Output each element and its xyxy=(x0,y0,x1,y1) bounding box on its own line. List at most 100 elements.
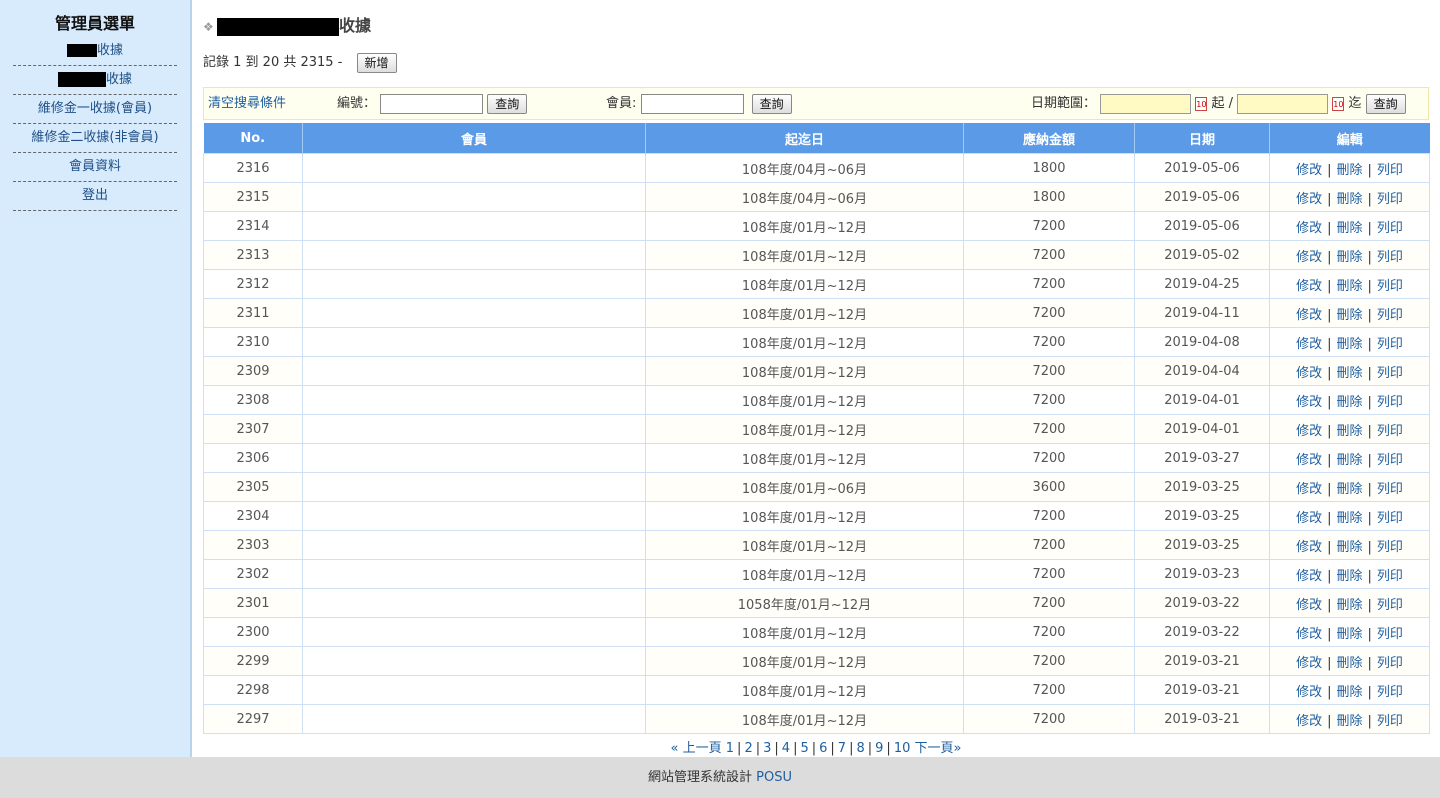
next-page-link[interactable]: 下一頁» xyxy=(915,741,962,756)
page-link-6[interactable]: 6 xyxy=(819,741,827,756)
delete-link[interactable]: 刪除 xyxy=(1336,569,1362,584)
print-link[interactable]: 列印 xyxy=(1377,221,1403,236)
page-link-4[interactable]: 4 xyxy=(782,741,790,756)
edit-link[interactable]: 修改 xyxy=(1296,569,1322,584)
edit-link[interactable]: 修改 xyxy=(1296,656,1322,671)
delete-link[interactable]: 刪除 xyxy=(1336,627,1362,642)
delete-link[interactable]: 刪除 xyxy=(1336,424,1362,439)
sidebar-item-maintenance-nonmember[interactable]: 維修金二收據(非會員) xyxy=(13,124,177,153)
print-link[interactable]: 列印 xyxy=(1377,279,1403,294)
page-link-2[interactable]: 2 xyxy=(744,741,752,756)
member-input[interactable] xyxy=(640,93,744,114)
edit-link[interactable]: 修改 xyxy=(1296,598,1322,613)
print-link[interactable]: 列印 xyxy=(1377,569,1403,584)
delete-link[interactable]: 刪除 xyxy=(1336,685,1362,700)
sidebar-item-receipt-1[interactable]: 收據 xyxy=(13,37,177,66)
sidebar-item-label[interactable]: 收據 xyxy=(97,43,123,58)
delete-link[interactable]: 刪除 xyxy=(1336,598,1362,613)
sidebar-item-label[interactable]: 收據 xyxy=(106,72,132,87)
print-link[interactable]: 列印 xyxy=(1377,598,1403,613)
number-query-button[interactable]: 查詢 xyxy=(487,93,528,114)
edit-link[interactable]: 修改 xyxy=(1296,163,1322,178)
page-link-7[interactable]: 7 xyxy=(838,741,846,756)
sidebar-item-member-data[interactable]: 會員資料 xyxy=(13,153,177,182)
print-link[interactable]: 列印 xyxy=(1377,540,1403,555)
print-link[interactable]: 列印 xyxy=(1377,424,1403,439)
page-link-9[interactable]: 9 xyxy=(875,741,883,756)
print-link[interactable]: 列印 xyxy=(1377,337,1403,352)
edit-link[interactable]: 修改 xyxy=(1296,395,1322,410)
delete-link[interactable]: 刪除 xyxy=(1336,540,1362,555)
date-from-input[interactable] xyxy=(1100,93,1192,114)
edit-link[interactable]: 修改 xyxy=(1296,424,1322,439)
delete-link[interactable]: 刪除 xyxy=(1336,453,1362,468)
sidebar-item-label[interactable]: 維修金一收據(會員) xyxy=(38,101,152,116)
sidebar-item-label[interactable]: 登出 xyxy=(82,188,108,203)
print-link[interactable]: 列印 xyxy=(1377,366,1403,381)
print-link[interactable]: 列印 xyxy=(1377,453,1403,468)
edit-link[interactable]: 修改 xyxy=(1296,453,1322,468)
page-link-8[interactable]: 8 xyxy=(856,741,864,756)
add-button[interactable]: 新增 xyxy=(356,52,397,73)
print-link[interactable]: 列印 xyxy=(1377,627,1403,642)
delete-link[interactable]: 刪除 xyxy=(1336,395,1362,410)
col-header-amount[interactable]: 應納金額 xyxy=(963,123,1135,154)
prev-page-link[interactable]: « 上一頁 xyxy=(671,741,722,756)
clear-search-link[interactable]: 清空搜尋條件 xyxy=(208,96,286,111)
print-link[interactable]: 列印 xyxy=(1377,395,1403,410)
edit-link[interactable]: 修改 xyxy=(1296,366,1322,381)
date-query-button[interactable]: 查詢 xyxy=(1365,93,1406,114)
edit-link[interactable]: 修改 xyxy=(1296,337,1322,352)
edit-link[interactable]: 修改 xyxy=(1296,279,1322,294)
page-link-3[interactable]: 3 xyxy=(763,741,771,756)
delete-link[interactable]: 刪除 xyxy=(1336,163,1362,178)
member-query-button[interactable]: 查詢 xyxy=(751,93,792,114)
col-header-date[interactable]: 日期 xyxy=(1134,123,1270,154)
delete-link[interactable]: 刪除 xyxy=(1336,192,1362,207)
delete-link[interactable]: 刪除 xyxy=(1336,279,1362,294)
col-header-period[interactable]: 起迄日 xyxy=(645,123,964,154)
col-header-member[interactable]: 會員 xyxy=(302,123,646,154)
edit-link[interactable]: 修改 xyxy=(1296,482,1322,497)
delete-link[interactable]: 刪除 xyxy=(1336,714,1362,729)
number-input[interactable] xyxy=(380,93,484,114)
print-link[interactable]: 列印 xyxy=(1377,192,1403,207)
delete-link[interactable]: 刪除 xyxy=(1336,337,1362,352)
sidebar-item-maintenance-member[interactable]: 維修金一收據(會員) xyxy=(13,95,177,124)
delete-link[interactable]: 刪除 xyxy=(1336,656,1362,671)
col-header-no[interactable]: No. xyxy=(203,123,303,154)
page-link-10[interactable]: 10 xyxy=(894,741,911,756)
delete-link[interactable]: 刪除 xyxy=(1336,308,1362,323)
print-link[interactable]: 列印 xyxy=(1377,482,1403,497)
print-link[interactable]: 列印 xyxy=(1377,714,1403,729)
page-link-1[interactable]: 1 xyxy=(726,741,734,756)
calendar-icon[interactable]: 10 xyxy=(1332,96,1345,111)
edit-link[interactable]: 修改 xyxy=(1296,308,1322,323)
edit-link[interactable]: 修改 xyxy=(1296,511,1322,526)
sidebar-item-label[interactable]: 維修金二收據(非會員) xyxy=(31,130,158,145)
print-link[interactable]: 列印 xyxy=(1377,656,1403,671)
print-link[interactable]: 列印 xyxy=(1377,685,1403,700)
sidebar-item-receipt-2[interactable]: 收據 xyxy=(13,66,177,95)
page-link-5[interactable]: 5 xyxy=(800,741,808,756)
sidebar-item-label[interactable]: 會員資料 xyxy=(69,159,121,174)
print-link[interactable]: 列印 xyxy=(1377,250,1403,265)
print-link[interactable]: 列印 xyxy=(1377,511,1403,526)
delete-link[interactable]: 刪除 xyxy=(1336,511,1362,526)
delete-link[interactable]: 刪除 xyxy=(1336,366,1362,381)
edit-link[interactable]: 修改 xyxy=(1296,192,1322,207)
delete-link[interactable]: 刪除 xyxy=(1336,221,1362,236)
edit-link[interactable]: 修改 xyxy=(1296,221,1322,236)
footer-brand[interactable]: POSU xyxy=(756,770,792,785)
edit-link[interactable]: 修改 xyxy=(1296,540,1322,555)
sidebar-item-logout[interactable]: 登出 xyxy=(13,182,177,211)
print-link[interactable]: 列印 xyxy=(1377,163,1403,178)
edit-link[interactable]: 修改 xyxy=(1296,250,1322,265)
delete-link[interactable]: 刪除 xyxy=(1336,250,1362,265)
delete-link[interactable]: 刪除 xyxy=(1336,482,1362,497)
edit-link[interactable]: 修改 xyxy=(1296,685,1322,700)
edit-link[interactable]: 修改 xyxy=(1296,714,1322,729)
date-to-input[interactable] xyxy=(1237,93,1329,114)
edit-link[interactable]: 修改 xyxy=(1296,627,1322,642)
calendar-icon[interactable]: 10 xyxy=(1195,96,1208,111)
